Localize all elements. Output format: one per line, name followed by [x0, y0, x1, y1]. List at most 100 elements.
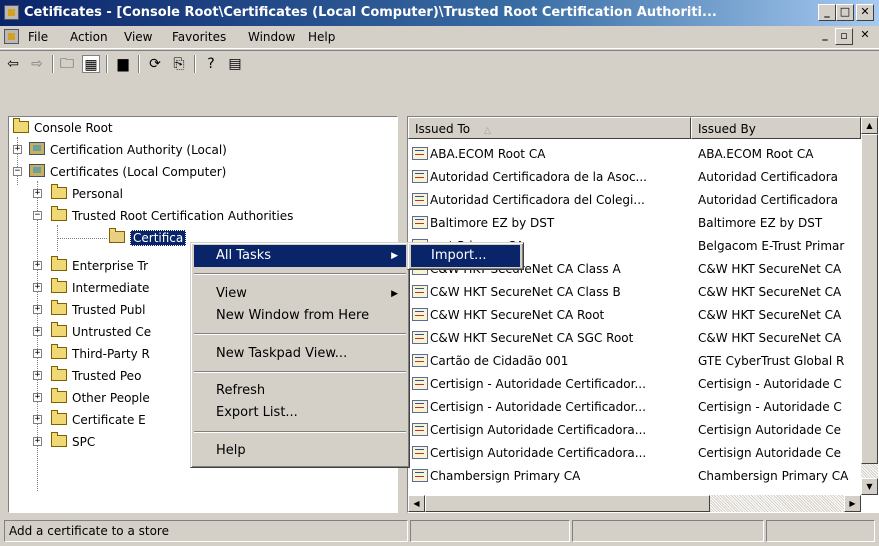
scroll-down-button[interactable]: ▼: [861, 478, 878, 495]
collapse-toggle[interactable]: −: [13, 167, 22, 176]
certificate-icon: [412, 400, 428, 413]
cell-issued-by: Autoridad Certificadora: [698, 170, 839, 184]
cell-issued-by: Baltimore EZ by DST: [698, 216, 823, 230]
certificate-icon: [412, 147, 428, 160]
cell-issued-by: Certisign Autoridade Ce: [698, 423, 842, 437]
cell-issued-to: C&W HKT SecureNet CA Root: [430, 308, 605, 322]
expand-toggle[interactable]: +: [13, 145, 22, 154]
folder-icon: [51, 366, 67, 381]
cell-issued-to: Certisign - Autoridade Certificador...: [430, 400, 646, 414]
column-header-issued-to[interactable]: Issued To △: [408, 117, 691, 139]
maximize-button[interactable]: □: [836, 4, 854, 21]
menu-favorites[interactable]: Favorites: [172, 30, 226, 44]
forward-arrow-icon[interactable]: ⇨: [28, 55, 46, 73]
tree-item-console-root[interactable]: Console Root: [13, 117, 113, 139]
list-item[interactable]: ABA.ECOM Root CA ABA.ECOM Root CA: [408, 143, 861, 165]
column-header-issued-by[interactable]: Issued By: [691, 117, 861, 139]
action-pane-icon[interactable]: ▤: [226, 55, 244, 73]
export-list-icon[interactable]: ⎘: [170, 55, 188, 73]
collapse-toggle[interactable]: −: [33, 211, 42, 220]
list-item[interactable]: Certisign Autoridade Certificadora... Cer…: [408, 419, 861, 441]
expand-toggle[interactable]: +: [33, 189, 42, 198]
expand-toggle[interactable]: +: [33, 327, 42, 336]
menu-item-new-window[interactable]: New Window from Here: [194, 305, 406, 327]
tree-item-certification-authority[interactable]: Certification Authority (Local): [29, 139, 227, 161]
tree-item-trusted-publishers[interactable]: Trusted Publ: [51, 299, 145, 321]
child-close-button[interactable]: ✕: [856, 28, 874, 45]
tree-item-untrusted[interactable]: Untrusted Ce: [51, 321, 151, 343]
list-item[interactable]: Autoridad Certificadora del Colegi... Aut…: [408, 189, 861, 211]
close-button[interactable]: ✕: [856, 4, 874, 21]
certificate-icon: [412, 308, 428, 321]
expand-toggle[interactable]: +: [33, 415, 42, 424]
cell-issued-to: C&W HKT SecureNet CA Class B: [430, 285, 621, 299]
back-arrow-icon[interactable]: ⇦: [4, 55, 22, 73]
menu-item-view[interactable]: View ▶: [194, 283, 406, 305]
scroll-right-button[interactable]: ▶: [844, 495, 861, 512]
cell-issued-by: Autoridad Certificadora: [698, 193, 839, 207]
mmc-app-icon[interactable]: [4, 5, 19, 20]
menu-view[interactable]: View: [124, 30, 152, 44]
tree-item-third-party[interactable]: Third-Party R: [51, 343, 150, 365]
expand-toggle[interactable]: +: [33, 283, 42, 292]
expand-toggle[interactable]: +: [33, 305, 42, 314]
context-menu: All Tasks ▶ View ▶ New Window from Here Ne…: [190, 242, 410, 468]
expand-toggle[interactable]: +: [33, 371, 42, 380]
tree-item-spc[interactable]: SPC: [51, 431, 95, 453]
list-item[interactable]: Autoridad Certificadora de la Asoc... Aut…: [408, 166, 861, 188]
tree-item-other-people[interactable]: Other People: [51, 387, 150, 409]
list-item[interactable]: Certisign - Autoridade Certificador... Ce…: [408, 396, 861, 418]
menu-action[interactable]: Action: [70, 30, 108, 44]
status-panel: [410, 520, 570, 542]
tree-item-enterprise-trust[interactable]: Enterprise Tr: [51, 255, 148, 277]
vertical-scroll-thumb[interactable]: [861, 134, 878, 464]
horizontal-scroll-thumb[interactable]: [425, 495, 710, 512]
menu-item-new-taskpad[interactable]: New Taskpad View...: [194, 343, 406, 365]
tree-item-trusted-root[interactable]: Trusted Root Certification Authorities: [51, 205, 293, 227]
child-restore-button[interactable]: ▫: [835, 28, 853, 45]
expand-toggle[interactable]: +: [33, 349, 42, 358]
scroll-left-button[interactable]: ◀: [408, 495, 425, 512]
expand-toggle[interactable]: +: [33, 393, 42, 402]
list-item[interactable]: Baltimore EZ by DST Baltimore EZ by DST: [408, 212, 861, 234]
list-item[interactable]: Cartão de Cidadão 001 GTE CyberTrust Glob…: [408, 350, 861, 372]
menu-separator: [194, 273, 406, 275]
list-item[interactable]: Chambersign Primary CA Chambersign Primar…: [408, 465, 861, 487]
refresh-icon[interactable]: ⟳: [146, 55, 164, 73]
certificate-list[interactable]: Issued To △ Issued By ABA.ECOM Root CA AB…: [407, 116, 879, 513]
list-item[interactable]: C&W HKT SecureNet CA Root C&W HKT SecureN…: [408, 304, 861, 326]
menu-item-help[interactable]: Help: [194, 440, 406, 462]
certificate-icon: [412, 469, 428, 482]
menu-item-all-tasks[interactable]: All Tasks ▶: [194, 245, 406, 267]
list-item[interactable]: C&W HKT SecureNet CA Class B C&W HKT Secu…: [408, 281, 861, 303]
folder-icon: [51, 322, 67, 337]
menu-file[interactable]: File: [28, 30, 48, 44]
tree-item-certificate-enrollment[interactable]: Certificate E: [51, 409, 146, 431]
expand-toggle[interactable]: +: [33, 261, 42, 270]
menu-item-import[interactable]: Import...: [411, 245, 520, 267]
menu-help[interactable]: Help: [308, 30, 335, 44]
scroll-up-button[interactable]: ▲: [861, 117, 878, 134]
tree-item-certificates-local[interactable]: Certificates (Local Computer): [29, 161, 226, 183]
show-hide-tree-icon[interactable]: ▦: [82, 55, 100, 73]
title-bar[interactable]: Cetificates - [Console Root\Certificates…: [0, 0, 879, 26]
menu-item-export-list[interactable]: Export List...: [194, 402, 406, 424]
menu-window[interactable]: Window: [248, 30, 295, 44]
list-item[interactable]: Certisign Autoridade Certificadora... Cer…: [408, 442, 861, 464]
child-minimize-button[interactable]: _: [816, 28, 834, 45]
certificate-icon: [412, 193, 428, 206]
list-item[interactable]: C&W HKT SecureNet CA SGC Root C&W HKT Sec…: [408, 327, 861, 349]
delete-icon[interactable]: ▆: [114, 55, 132, 73]
list-item[interactable]: Certisign - Autoridade Certificador... Ce…: [408, 373, 861, 395]
expand-toggle[interactable]: +: [33, 437, 42, 446]
tree-item-personal[interactable]: Personal: [51, 183, 123, 205]
menu-item-refresh[interactable]: Refresh: [194, 380, 406, 402]
tree-item-trusted-people[interactable]: Trusted Peo: [51, 365, 141, 387]
help-icon[interactable]: ?: [202, 55, 220, 73]
minimize-button[interactable]: _: [818, 4, 836, 21]
folder-icon: [51, 300, 67, 315]
console-icon[interactable]: [4, 29, 19, 44]
up-one-level-icon[interactable]: 🗀: [58, 55, 76, 73]
tree-item-intermediate[interactable]: Intermediate: [51, 277, 149, 299]
tree-item-certificates[interactable]: Certifica: [109, 227, 187, 249]
